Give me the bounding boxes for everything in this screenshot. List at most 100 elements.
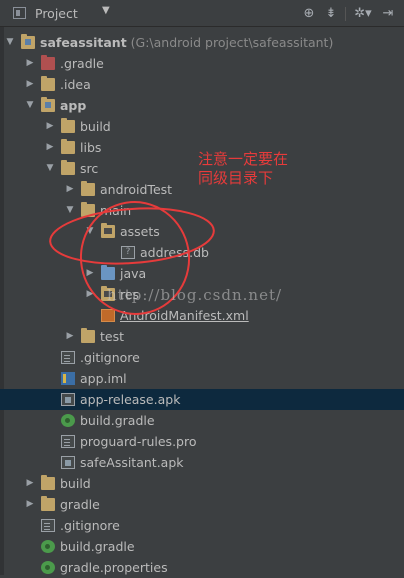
gradle-file-icon [41, 540, 55, 553]
tree-item-name: proguard-rules.pro [80, 434, 197, 449]
folder-icon [81, 202, 95, 217]
tree-row[interactable]: app.iml [0, 368, 404, 389]
tree-item-label: build.gradle [60, 536, 135, 557]
tree-item-name: gradle [60, 497, 100, 512]
expand-arrow-right-icon[interactable]: ▶ [25, 494, 35, 515]
tree-item-label: main [100, 200, 131, 221]
tree-item-label: .gitignore [60, 515, 120, 536]
tree-item-label: gradle [60, 494, 100, 515]
tree-item-name: app.iml [80, 371, 127, 386]
tree-item-name: address.db [140, 245, 209, 260]
folder-icon [81, 328, 95, 343]
tree-item-label: test [100, 326, 124, 347]
tree-item-name: assets [120, 224, 160, 239]
tree-item-name: .gradle [60, 56, 104, 71]
tree-item-label: src [80, 158, 98, 179]
folder-icon [41, 496, 55, 511]
expand-arrow-right-icon[interactable]: ▶ [45, 137, 55, 158]
tree-item-label: .idea [60, 74, 91, 95]
source-folder-icon [101, 265, 115, 280]
tree-row[interactable]: .gitignore [0, 347, 404, 368]
tree-item-name: java [120, 266, 147, 281]
tree-item-label: AndroidManifest.xml [120, 305, 249, 326]
expand-arrow-down-icon[interactable]: ▼ [5, 32, 15, 53]
expand-arrow-right-icon[interactable]: ▶ [85, 263, 95, 284]
xml-file-icon [101, 309, 115, 322]
tree-row[interactable]: ▶ build [0, 473, 404, 494]
tree-row[interactable]: ▶ gradle [0, 494, 404, 515]
tree-row[interactable]: build.gradle [0, 410, 404, 431]
expand-arrow-right-icon[interactable]: ▶ [65, 326, 75, 347]
toolbar-divider [345, 6, 346, 21]
expand-arrow-down-icon[interactable]: ▼ [85, 221, 95, 242]
tree-item-label: build [60, 473, 91, 494]
settings-gear-icon[interactable]: ✲▾ [350, 4, 376, 24]
tree-row[interactable]: ▼ app [0, 95, 404, 116]
module-folder-icon [41, 97, 55, 112]
expand-arrow-right-icon[interactable]: ▶ [25, 473, 35, 494]
expand-arrow-down-icon[interactable]: ▼ [45, 158, 55, 179]
tree-row[interactable]: ▶ build [0, 116, 404, 137]
tree-item-name: main [100, 203, 132, 218]
tree-row[interactable]: ▶ test [0, 326, 404, 347]
tree-row[interactable]: ▼ main [0, 200, 404, 221]
expand-arrow-right-icon[interactable]: ▶ [85, 284, 95, 305]
tree-item-name: .gitignore [60, 518, 120, 533]
expand-arrow-right-icon[interactable]: ▶ [25, 53, 35, 74]
tree-item-name: gradle.properties [60, 560, 168, 575]
resource-folder-icon [101, 223, 115, 238]
tree-item-name: build.gradle [60, 539, 135, 554]
tree-row[interactable]: ▶ .gradle [0, 53, 404, 74]
text-file-icon [41, 519, 55, 532]
iml-file-icon [61, 372, 75, 385]
tree-row[interactable]: proguard-rules.pro [0, 431, 404, 452]
collapse-all-icon[interactable]: ⇟ [321, 4, 341, 24]
expand-arrow-right-icon[interactable]: ▶ [65, 179, 75, 200]
tree-item-label: androidTest [100, 179, 172, 200]
apk-file-icon [61, 393, 75, 406]
tree-item-label: safeAssitant.apk [80, 452, 184, 473]
expand-arrow-right-icon[interactable]: ▶ [45, 116, 55, 137]
annotation-note: 注意一定要在 同级目录下 [198, 150, 289, 187]
unknown-file-icon: ? [121, 246, 135, 259]
folder-icon [41, 475, 55, 490]
gradle-file-icon [41, 561, 55, 574]
tree-item-label: app.iml [80, 368, 127, 389]
tree-item-name: .gitignore [80, 350, 140, 365]
apk-file-icon [61, 456, 75, 469]
chevron-down-icon[interactable]: ▼ [102, 5, 110, 16]
project-view-selector[interactable]: Project [35, 6, 78, 21]
expand-arrow-right-icon[interactable]: ▶ [25, 74, 35, 95]
tree-row[interactable]: ▼ assets [0, 221, 404, 242]
sync-icon[interactable]: ⊕ [299, 4, 319, 24]
tree-item-name: androidTest [100, 182, 173, 197]
tree-row[interactable]: ? address.db [0, 242, 404, 263]
tree-item-label: assets [120, 221, 160, 242]
project-toolbar: Project ▼ ⊕ ⇟ ✲▾ ⇥ [0, 0, 404, 27]
tree-item-name: safeAssitant.apk [80, 455, 184, 470]
tree-item-name: libs [80, 140, 102, 155]
folder-icon [61, 139, 75, 154]
text-file-icon [61, 351, 75, 364]
tree-row[interactable]: ▶ .idea [0, 74, 404, 95]
folder-icon [81, 181, 95, 196]
text-file-icon [61, 435, 75, 448]
tree-item-label: safeassitant (G:\android project\safeass… [40, 32, 333, 53]
tree-row[interactable]: build.gradle [0, 536, 404, 557]
tree-item-label: build [80, 116, 111, 137]
tree-item-name: .idea [60, 77, 91, 92]
tree-row[interactable]: app-release.apk [0, 389, 404, 410]
tree-row[interactable]: ▼ safeassitant (G:\android project\safeas… [0, 32, 404, 53]
tree-row[interactable]: safeAssitant.apk [0, 452, 404, 473]
tree-item-name: AndroidManifest.xml [120, 308, 249, 323]
tree-row[interactable]: .gitignore [0, 515, 404, 536]
tree-item-path: (G:\android project\safeassitant) [126, 35, 334, 50]
tree-item-label: address.db [140, 242, 209, 263]
tree-item-label: app-release.apk [80, 389, 180, 410]
expand-arrow-down-icon[interactable]: ▼ [25, 95, 35, 116]
hide-icon[interactable]: ⇥ [378, 4, 398, 24]
expand-arrow-down-icon[interactable]: ▼ [65, 200, 75, 221]
tree-row[interactable]: ▶ java [0, 263, 404, 284]
excluded-folder-icon [41, 55, 55, 70]
tree-row[interactable]: AndroidManifest.xml [0, 305, 404, 326]
